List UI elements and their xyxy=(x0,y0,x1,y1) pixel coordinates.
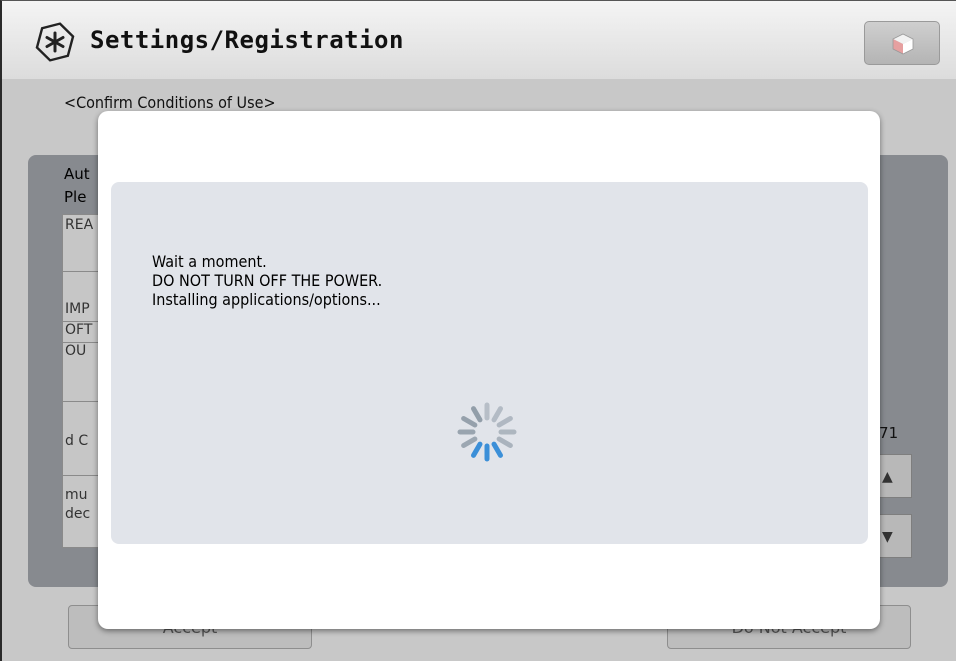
loading-spinner-icon xyxy=(457,402,517,462)
progress-dialog: Wait a moment. DO NOT TURN OFF THE POWER… xyxy=(98,111,880,629)
spinner-spoke xyxy=(471,406,483,423)
settings-asterisk-icon xyxy=(35,22,75,62)
dialog-message-panel: Wait a moment. DO NOT TURN OFF THE POWER… xyxy=(111,182,868,544)
header-bar: Settings/Registration xyxy=(2,1,956,80)
dialog-message: Wait a moment. DO NOT TURN OFF THE POWER… xyxy=(152,252,382,309)
message-line-3: Installing applications/options... xyxy=(152,290,381,309)
terms-row: dec xyxy=(65,506,91,522)
terms-row: mu xyxy=(65,487,88,503)
arrow-up-icon: ▲ xyxy=(882,469,893,485)
terms-row: OU xyxy=(65,343,87,359)
page-title: Settings/Registration xyxy=(90,26,404,54)
message-line-2: DO NOT TURN OFF THE POWER. xyxy=(152,271,383,290)
terms-row: REA xyxy=(65,217,94,233)
screen: Settings/Registration <Confirm Condition… xyxy=(0,0,956,661)
spinner-spoke xyxy=(491,406,503,423)
cube-button[interactable] xyxy=(864,21,940,65)
panel-label-2: Ple xyxy=(64,188,87,206)
cube-icon xyxy=(892,33,914,55)
spinner-spoke xyxy=(491,441,504,458)
panel-label-1: Aut xyxy=(64,165,90,183)
terms-row: d C xyxy=(65,433,89,449)
spinner-spoke xyxy=(496,436,513,448)
subtitle: <Confirm Conditions of Use> xyxy=(64,93,276,112)
terms-row: OFT xyxy=(65,322,93,338)
spinner-spoke xyxy=(471,441,483,458)
arrow-down-icon: ▼ xyxy=(882,529,893,545)
spinner-spoke xyxy=(461,416,478,428)
spinner-spoke xyxy=(496,416,513,428)
spinner-spoke xyxy=(461,436,478,448)
terms-row: IMP xyxy=(65,301,90,317)
message-line-1: Wait a moment. xyxy=(152,252,267,271)
